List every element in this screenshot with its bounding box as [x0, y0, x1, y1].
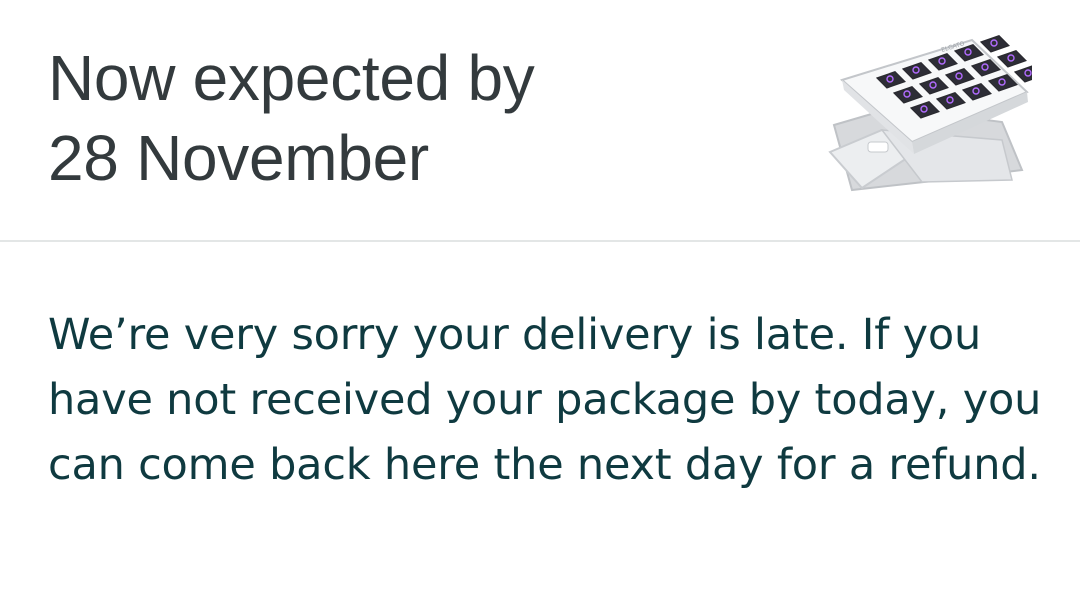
- keypad-key: [1013, 65, 1032, 83]
- title-line-2: 28 November: [48, 122, 429, 194]
- late-delivery-message: We’re very sorry your delivery is late. …: [48, 310, 1042, 490]
- delivery-status-title: Now expected by 28 November: [48, 38, 748, 198]
- product-image[interactable]: ELGATO: [822, 30, 1032, 200]
- delivery-header: Now expected by 28 November ELGATO: [0, 0, 1080, 240]
- section-divider: [0, 240, 1080, 242]
- keypad-key: [979, 35, 1010, 53]
- title-line-1: Now expected by: [48, 42, 535, 114]
- keypad-key: [996, 50, 1027, 68]
